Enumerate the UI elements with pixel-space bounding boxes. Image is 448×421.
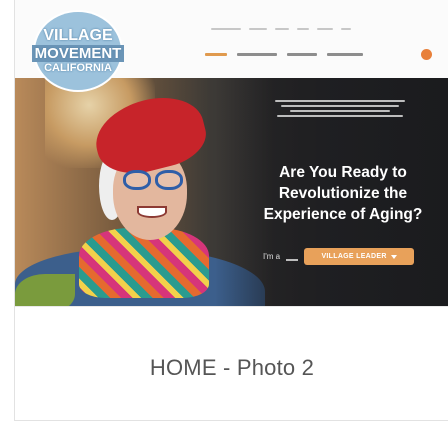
nav-item[interactable] — [327, 53, 363, 56]
logo-line-movement: MOVEMENT — [31, 45, 125, 62]
social-icon[interactable] — [421, 49, 432, 60]
utility-nav-link[interactable] — [341, 28, 351, 30]
role-select-value: VILLAGE LEADER — [321, 253, 387, 260]
main-nav — [205, 53, 363, 56]
headline-line: Experience of Aging? — [263, 206, 423, 223]
nav-item-about[interactable] — [205, 53, 227, 56]
photo-caption: HOME - Photo 2 — [149, 355, 315, 380]
utility-nav-link[interactable] — [211, 28, 241, 30]
website-screenshot[interactable]: VILLAGE MOVEMENT CALIFORNIA Are You Read — [15, 0, 448, 320]
chevron-down-icon — [390, 254, 397, 259]
headline-line: Are You Ready to — [279, 164, 407, 181]
cta-underline — [286, 258, 299, 261]
utility-nav-link[interactable] — [297, 28, 309, 30]
headline-line: Revolutionize the — [278, 185, 408, 202]
nav-item[interactable] — [287, 53, 317, 56]
village-movement-logo[interactable]: VILLAGE MOVEMENT CALIFORNIA — [31, 12, 125, 90]
role-select[interactable]: VILLAGE LEADER — [304, 248, 415, 265]
utility-nav-link[interactable] — [249, 28, 267, 30]
utility-nav — [211, 28, 351, 30]
logo-line-california: CALIFORNIA — [44, 62, 112, 74]
hero-photo-glasses — [123, 170, 185, 192]
hero-headline: Are You Ready to Revolutionize the Exper… — [245, 162, 441, 225]
utility-nav-link[interactable] — [275, 28, 289, 30]
hero-banner: Are You Ready to Revolutionize the Exper… — [15, 78, 448, 320]
nav-item[interactable] — [237, 53, 277, 56]
photo-card: VILLAGE MOVEMENT CALIFORNIA Are You Read — [14, 0, 448, 421]
hero-intro-text — [265, 100, 415, 120]
hero-photo-smile — [137, 206, 167, 218]
cta-prefix: I'm a — [263, 252, 281, 261]
logo-line-village: VILLAGE — [43, 27, 113, 44]
hero-cta: I'm a VILLAGE LEADER — [263, 248, 415, 265]
page-content-edge — [15, 306, 448, 320]
utility-nav-link[interactable] — [317, 28, 333, 30]
